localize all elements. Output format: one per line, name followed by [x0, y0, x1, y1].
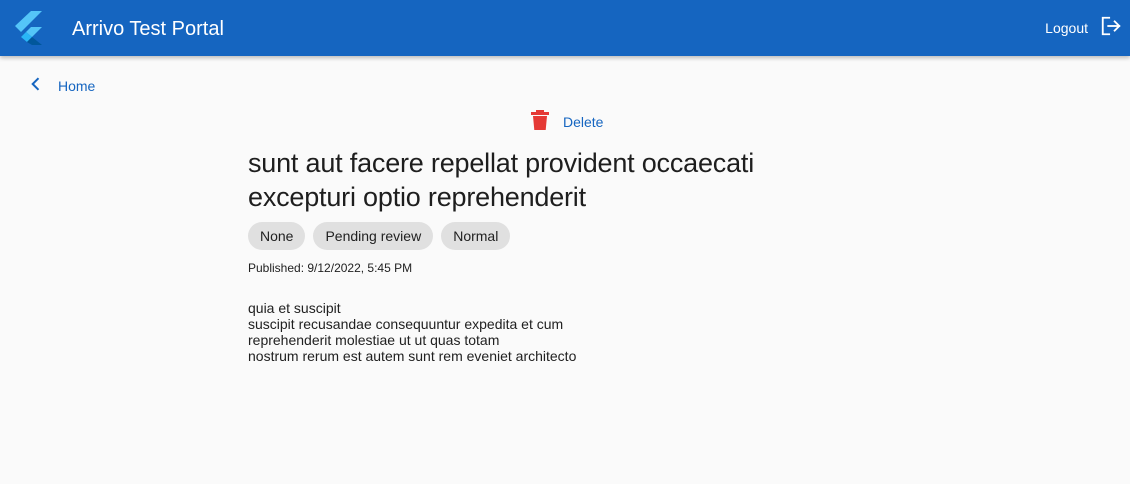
status-badge: Normal [441, 222, 511, 250]
post-body-line: suscipit recusandae consequuntur expedit… [248, 316, 564, 332]
trash-icon [529, 108, 551, 137]
post-title-line: sunt aut facere repellat provident occae… [248, 148, 755, 178]
post-body-line: quia et suscipit [248, 300, 341, 316]
post-body-line: nostrum rerum est autem sunt rem eveniet… [248, 348, 577, 364]
post-title: sunt aut facere repellat provident occae… [248, 146, 868, 214]
app-bar: Arrivo Test Portal Logout [0, 0, 1130, 56]
logout-icon [1100, 15, 1122, 42]
back-label: Home [58, 78, 96, 94]
flutter-logo-icon [13, 10, 45, 46]
status-badge: None [248, 222, 306, 250]
delete-button[interactable]: Delete [529, 108, 604, 137]
post-detail: sunt aut facere repellat provident occae… [248, 146, 868, 364]
delete-label: Delete [563, 114, 604, 130]
post-title-line: excepturi optio reprehenderit [248, 182, 586, 212]
published-date: Published: 9/12/2022, 5:45 PM [248, 261, 413, 275]
logout-label: Logout [1045, 20, 1088, 36]
logout-button[interactable]: Logout [1045, 14, 1122, 42]
post-body-line: reprehenderit molestiae ut ut quas totam [248, 332, 500, 348]
post-body: quia et suscipit suscipit recusandae con… [248, 300, 868, 364]
chevron-left-icon [26, 74, 46, 99]
status-chips: None Pending review Normal [248, 222, 868, 250]
back-button[interactable]: Home [26, 74, 95, 98]
status-badge: Pending review [313, 222, 434, 250]
app-title: Arrivo Test Portal [72, 18, 224, 40]
